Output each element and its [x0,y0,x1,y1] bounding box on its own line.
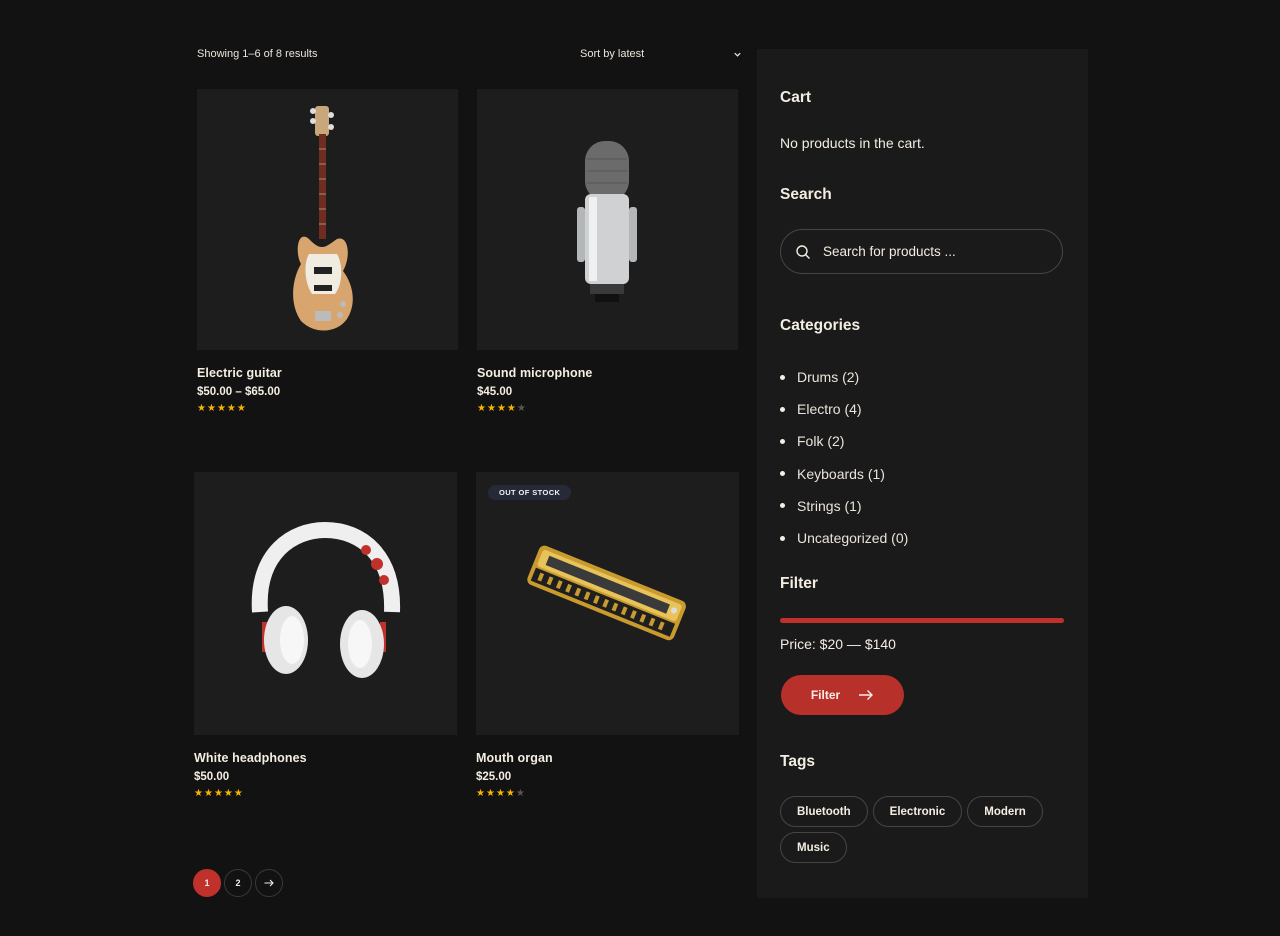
product-price: $45.00 [477,386,513,398]
product-title[interactable]: White headphones [194,751,457,765]
product-price: $50.00 [194,771,230,783]
tag-bluetooth[interactable]: Bluetooth [780,796,868,827]
tag-modern[interactable]: Modern [967,796,1043,827]
star-filled-icon: ★ [476,788,485,799]
microphone-image [577,141,637,302]
star-filled-icon: ★ [506,403,516,414]
tag-electronic[interactable]: Electronic [872,796,963,827]
results-count: Showing 1–6 of 8 results [197,48,318,60]
page-button-1[interactable]: 1 [193,869,221,897]
star-filled-icon: ★ [477,403,486,414]
arrow-right-icon [264,879,274,887]
tags-title: Tags [780,753,816,770]
category-label: Keyboards (1) [797,465,885,482]
category-item-folk[interactable]: Folk (2) [780,425,908,457]
bullet-icon [780,471,785,477]
out-of-stock-badge: OUT OF STOCK [488,485,572,500]
star-filled-icon: ★ [216,403,226,414]
search-title: Search [780,186,832,203]
product-title[interactable]: Mouth organ [476,751,739,765]
bullet-icon [780,535,785,541]
product-price: $25.00 [476,771,512,783]
bullet-icon [780,438,785,444]
price-range-text: Price: $20 — $140 [780,636,896,652]
star-filled-icon: ★ [194,788,203,799]
page-button-2[interactable]: 2 [224,869,252,897]
rating-stars: ★ ★ ★ ★ ★ [197,404,458,414]
product-card[interactable]: White headphones $50.00 ★ ★ ★ ★ ★ [194,472,457,799]
bullet-icon [780,374,785,380]
product-image[interactable]: OUT OF STOCK [476,472,739,735]
product-card[interactable]: OUT OF STOCK Mouth organ $25.00 ★ ★ ★ ★ ★ [476,472,739,799]
star-filled-icon: ★ [495,788,505,799]
category-item-drums[interactable]: Drums (2) [780,361,908,393]
bullet-icon [780,503,785,509]
chevron-down-icon [734,52,741,57]
bullet-icon [780,406,785,412]
category-label: Strings (1) [797,497,862,514]
arrow-right-icon [859,690,874,700]
filter-title: Filter [780,575,818,592]
headphones-image [251,521,401,678]
product-image[interactable] [477,89,738,350]
category-item-keyboards[interactable]: Keyboards (1) [780,458,908,490]
results-toolbar: Showing 1–6 of 8 results Sort by latest [197,45,742,63]
category-label: Folk (2) [797,433,845,450]
sidebar: Cart No products in the cart. Search Cat… [757,49,1088,898]
category-list: Drums (2) Electro (4) Folk (2) Keyboards… [780,361,908,554]
star-filled-icon: ★ [213,788,223,799]
category-label: Electro (4) [797,401,862,418]
harmonica-image [527,545,686,641]
search-input[interactable] [823,244,1043,259]
search-icon [796,244,810,259]
category-item-strings[interactable]: Strings (1) [780,490,908,522]
category-label: Drums (2) [797,369,860,386]
star-filled-icon: ★ [486,403,496,414]
pagination: 1 2 [193,869,283,897]
price-range-slider[interactable] [780,618,1064,623]
filter-button[interactable]: Filter [781,675,904,715]
cart-empty-text: No products in the cart. [780,135,925,151]
star-filled-icon: ★ [223,788,233,799]
sort-select-label: Sort by latest [580,48,645,60]
product-image[interactable] [194,472,457,735]
star-empty-icon: ★ [516,403,526,414]
next-page-button[interactable] [255,869,283,897]
star-filled-icon: ★ [496,403,506,414]
product-card[interactable]: Sound microphone $45.00 ★ ★ ★ ★ ★ [477,89,738,414]
star-filled-icon: ★ [226,403,236,414]
rating-stars: ★ ★ ★ ★ ★ [194,789,457,799]
filter-button-label: Filter [810,688,841,702]
rating-stars: ★ ★ ★ ★ ★ [476,789,739,799]
star-filled-icon: ★ [197,403,206,414]
tag-cloud: Bluetooth Electronic Modern Music [780,796,1080,863]
categories-title: Categories [780,317,861,334]
cart-title: Cart [780,89,812,106]
star-empty-icon: ★ [515,788,525,799]
star-filled-icon: ★ [485,788,495,799]
product-title[interactable]: Sound microphone [477,366,738,380]
star-filled-icon: ★ [206,403,216,414]
rating-stars: ★ ★ ★ ★ ★ [477,404,738,414]
star-filled-icon: ★ [505,788,515,799]
category-label: Uncategorized (0) [797,530,909,547]
star-filled-icon: ★ [203,788,213,799]
star-filled-icon: ★ [233,788,243,799]
product-image[interactable] [197,89,458,350]
electric-guitar-image [293,106,353,331]
tag-music[interactable]: Music [780,832,847,863]
sort-select[interactable]: Sort by latest [580,48,742,60]
search-field[interactable] [780,229,1063,274]
category-item-uncategorized[interactable]: Uncategorized (0) [780,522,908,554]
product-price: $50.00 – $65.00 [197,386,281,398]
product-title[interactable]: Electric guitar [197,366,458,380]
product-card[interactable]: Electric guitar $50.00 – $65.00 ★ ★ ★ ★ ★ [197,89,458,414]
star-filled-icon: ★ [236,403,246,414]
category-item-electro[interactable]: Electro (4) [780,393,908,425]
